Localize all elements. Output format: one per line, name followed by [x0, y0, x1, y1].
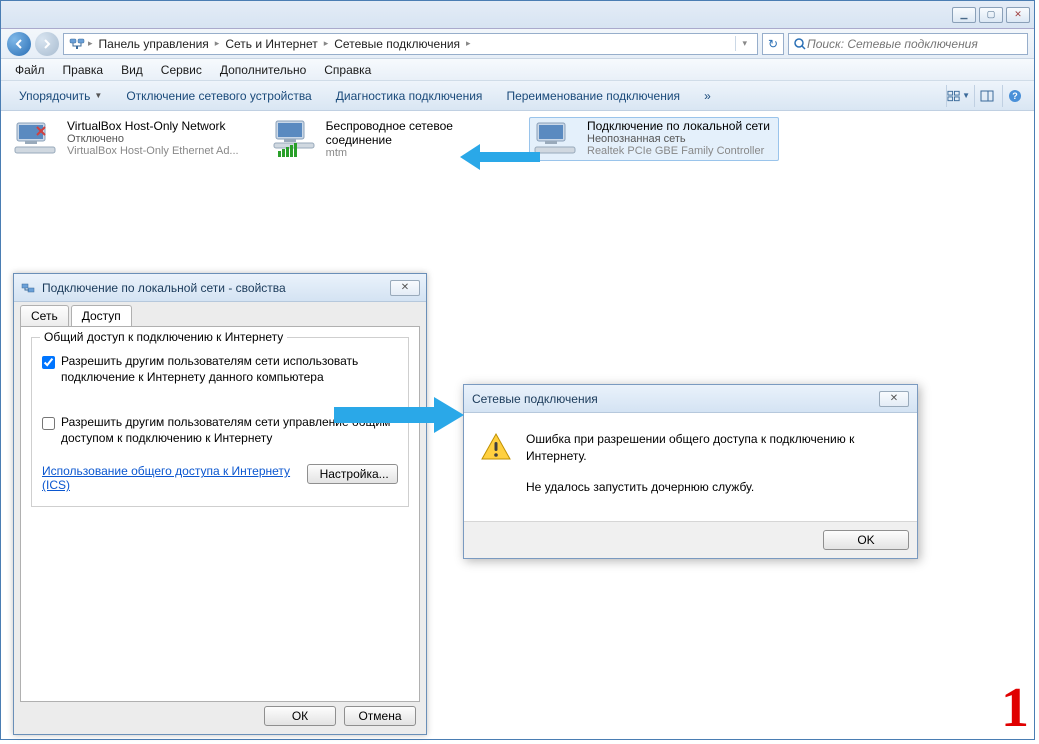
- annotation-arrow: [460, 142, 540, 175]
- properties-dialog: Подключение по локальной сети - свойства…: [13, 273, 427, 735]
- refresh-button[interactable]: ↻: [762, 33, 784, 55]
- navigation-bar: ▸ Панель управления ▸ Сеть и Интернет ▸ …: [1, 29, 1034, 59]
- back-button[interactable]: [7, 32, 31, 56]
- network-icon: [68, 36, 86, 52]
- ics-help-link[interactable]: Использование общего доступа к Интернету…: [42, 464, 307, 492]
- titlebar: ▁ ▢ ✕: [1, 1, 1034, 29]
- search-input[interactable]: [807, 37, 1023, 51]
- network-icon: [20, 280, 36, 296]
- error-dialog-titlebar: Сетевые подключения ✕: [464, 385, 917, 413]
- error-dialog-title: Сетевые подключения: [472, 392, 598, 406]
- properties-dialog-titlebar: Подключение по локальной сети - свойства…: [14, 274, 426, 302]
- connection-device: VirtualBox Host-Only Ethernet Ad...: [67, 145, 239, 157]
- preview-pane-button[interactable]: [974, 85, 998, 107]
- chevron-right-icon: ▸: [86, 38, 95, 49]
- annotation-arrow: [334, 395, 464, 438]
- dialog-close-button[interactable]: ✕: [879, 391, 909, 407]
- menu-file[interactable]: Файл: [7, 61, 53, 79]
- cmd-rename[interactable]: Переименование подключения: [496, 85, 690, 107]
- menu-tools[interactable]: Сервис: [153, 61, 210, 79]
- network-adapter-icon: [11, 119, 59, 159]
- search-icon: [793, 37, 807, 51]
- close-button[interactable]: ✕: [1006, 7, 1030, 23]
- cancel-button[interactable]: Отмена: [344, 706, 416, 726]
- properties-dialog-title: Подключение по локальной сети - свойства: [42, 281, 286, 295]
- chevron-right-icon: ▸: [322, 38, 331, 49]
- chevron-right-icon: ▸: [213, 38, 222, 49]
- dialog-close-button[interactable]: ✕: [390, 280, 420, 296]
- tab-sharing[interactable]: Доступ: [71, 305, 132, 326]
- breadcrumb-seg[interactable]: Сетевые подключения: [330, 37, 464, 51]
- cmd-organize[interactable]: Упорядочить▼: [9, 85, 112, 107]
- network-adapter-icon: [271, 119, 318, 159]
- menu-help[interactable]: Справка: [316, 61, 379, 79]
- maximize-button[interactable]: ▢: [979, 7, 1003, 23]
- menu-view[interactable]: Вид: [113, 61, 151, 79]
- connection-name: Подключение по локальной сети: [587, 119, 770, 133]
- search-box[interactable]: [788, 33, 1028, 55]
- cmd-disable[interactable]: Отключение сетевого устройства: [116, 85, 321, 107]
- menu-bar: Файл Правка Вид Сервис Дополнительно Спр…: [1, 59, 1034, 81]
- checkbox-input[interactable]: [42, 417, 55, 430]
- breadcrumb-seg[interactable]: Сеть и Интернет: [221, 37, 321, 51]
- forward-button[interactable]: [35, 32, 59, 56]
- help-button[interactable]: ?: [1002, 85, 1026, 107]
- connection-item-lan-selected[interactable]: Подключение по локальной сети Неопознанн…: [529, 117, 779, 161]
- group-label: Общий доступ к подключению к Интернету: [40, 330, 287, 344]
- svg-text:?: ?: [1012, 91, 1018, 101]
- menu-advanced[interactable]: Дополнительно: [212, 61, 314, 79]
- annotation-number: 1: [1001, 676, 1029, 740]
- error-message-2: Не удалось запустить дочернюю службу.: [526, 479, 901, 496]
- tab-strip: Сеть Доступ: [14, 302, 426, 326]
- allow-sharing-checkbox[interactable]: Разрешить другим пользователям сети испо…: [42, 354, 398, 385]
- minimize-button[interactable]: ▁: [952, 7, 976, 23]
- warning-icon: [480, 431, 512, 463]
- checkbox-input[interactable]: [42, 356, 55, 369]
- checkbox-label: Разрешить другим пользователям сети испо…: [61, 354, 398, 385]
- error-message-1: Ошибка при разрешении общего доступа к п…: [526, 431, 901, 465]
- chevron-right-icon: ▸: [464, 38, 473, 49]
- ok-button[interactable]: OK: [823, 530, 909, 550]
- address-bar[interactable]: ▸ Панель управления ▸ Сеть и Интернет ▸ …: [63, 33, 758, 55]
- connection-item-vbox[interactable]: VirtualBox Host-Only Network Отключено V…: [9, 117, 259, 161]
- settings-button[interactable]: Настройка...: [307, 464, 398, 484]
- cmd-overflow[interactable]: »: [694, 85, 721, 107]
- chevron-down-icon: ▼: [94, 91, 102, 100]
- cmd-diagnose[interactable]: Диагностика подключения: [326, 85, 493, 107]
- connection-status: Отключено: [67, 133, 239, 145]
- dropdown-icon[interactable]: ▾: [735, 36, 753, 51]
- command-bar: Упорядочить▼ Отключение сетевого устройс…: [1, 81, 1034, 111]
- connection-status: Неопознанная сеть: [587, 133, 770, 145]
- tab-network[interactable]: Сеть: [20, 305, 69, 326]
- connection-device: Realtek PCIe GBE Family Controller: [587, 145, 770, 157]
- connection-name: VirtualBox Host-Only Network: [67, 119, 239, 133]
- view-mode-button[interactable]: ▼: [946, 85, 970, 107]
- tab-panel-sharing: Общий доступ к подключению к Интернету Р…: [20, 326, 420, 702]
- breadcrumb-seg[interactable]: Панель управления: [95, 37, 213, 51]
- ok-button[interactable]: ОК: [264, 706, 336, 726]
- error-dialog: Сетевые подключения ✕ Ошибка при разреше…: [463, 384, 918, 559]
- menu-edit[interactable]: Правка: [55, 61, 112, 79]
